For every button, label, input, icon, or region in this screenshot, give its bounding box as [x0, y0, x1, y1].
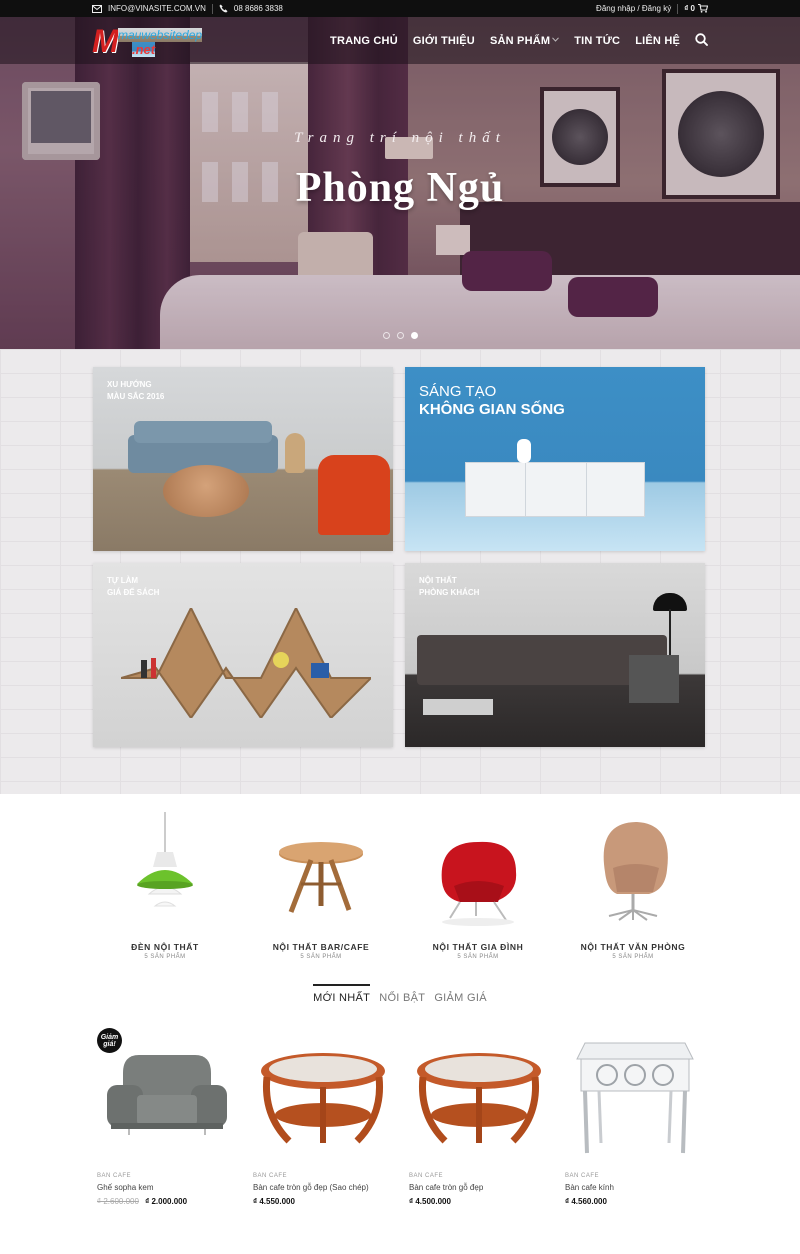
category-name: NỘI THẤT VĂN PHÒNG	[580, 942, 686, 952]
category-name: ĐÈN NỘI THẤT	[131, 942, 199, 952]
product-image[interactable]	[253, 1025, 393, 1165]
banner-image-vase	[517, 439, 531, 463]
slider-dot-active[interactable]	[411, 332, 418, 339]
product-price: ₫ 4.500.000	[409, 1197, 451, 1206]
envelope-icon	[92, 4, 102, 13]
banner-caption: TỰ LÀM GIÁ ĐỂ SÁCH	[107, 576, 160, 597]
top-bar-contact: INFO@VINASITE.COM.VN 08 8686 3838	[92, 3, 283, 14]
product-image[interactable]	[565, 1025, 705, 1165]
category-home[interactable]: NỘI THẤT GIA ĐÌNH 5 SẢN PHẨM	[398, 812, 558, 960]
banner-image-shelf	[121, 608, 371, 718]
product-price: ₫ 4.560.000	[565, 1197, 607, 1206]
header: M mauwebsitedep .net TRANG CHỦ GIỚI THIỆ…	[0, 17, 800, 64]
slider-dot[interactable]	[397, 332, 404, 339]
banner-living-room[interactable]: NỘI THẤT PHÒNG KHÁCH	[405, 563, 705, 747]
product-category: BAN CAFE	[253, 1173, 288, 1179]
top-bar-account: Đăng nhập / Đăng ký ₫ 0	[596, 3, 708, 14]
phone-link[interactable]: 08 8686 3838	[234, 4, 283, 13]
product-sale-price: ₫ 2.000.000	[145, 1197, 188, 1206]
category-image	[553, 812, 713, 932]
banner-caption: XU HƯỚNG MÀU SẮC 2016	[107, 380, 165, 401]
page: INFO@VINASITE.COM.VN 08 8686 3838 Đăng n…	[0, 0, 800, 1254]
product-name[interactable]: Bàn cafe tròn gỗ đẹp (Sao chép)	[253, 1183, 393, 1192]
product-category: BAN CAFE	[97, 1173, 132, 1179]
nav-home[interactable]: TRANG CHỦ	[330, 35, 398, 47]
slider-dots	[383, 332, 418, 339]
banner-caption: NỘI THẤT PHÒNG KHÁCH	[419, 576, 480, 597]
nav-products[interactable]: SẢN PHẨM	[489, 34, 560, 47]
product-name[interactable]: Bàn cafe kính	[565, 1183, 705, 1192]
banner-image-rug	[423, 699, 493, 715]
banner-image-lamp	[653, 593, 687, 693]
banner-image-chair	[318, 455, 390, 535]
hero-title: Phòng Ngủ	[295, 165, 505, 211]
banner-image-sideboard	[465, 462, 645, 517]
category-name: NỘI THẤT GIA ĐÌNH	[432, 942, 524, 952]
tab-sale[interactable]: GIẢM GIÁ	[434, 984, 487, 1014]
product-name[interactable]: Ghế sopha kem	[97, 1183, 237, 1192]
product-grid: Giảm giá! BAN CAFE Ghế sopha kem ₫ 2.600…	[0, 1025, 800, 1225]
logo-text: mauwebsitedep	[118, 28, 203, 42]
category-list: ĐÈN NỘI THẤT 5 SẢN PHẨM NỘI THẤT BAR/CAF…	[0, 812, 800, 972]
slider-dot[interactable]	[383, 332, 390, 339]
product-price: ₫ 4.550.000	[253, 1197, 295, 1206]
logo-letter: M	[92, 23, 119, 59]
product-tabs: MỚI NHẤT NỔI BẬT GIẢM GIÁ	[0, 984, 800, 1014]
product-category: BAN CAFE	[565, 1173, 600, 1179]
search-icon	[695, 32, 708, 49]
banner-image-plant	[285, 433, 305, 473]
category-count: 5 SẢN PHẨM	[144, 954, 186, 960]
category-image	[398, 812, 558, 932]
cart-icon	[698, 4, 708, 13]
category-office[interactable]: NỘI THẤT VĂN PHÒNG 5 SẢN PHẨM	[553, 812, 713, 960]
product-name[interactable]: Bàn cafe tròn gỗ đẹp	[409, 1183, 549, 1192]
nav-news[interactable]: TIN TỨC	[574, 35, 620, 47]
tab-newest[interactable]: MỚI NHẤT	[313, 984, 371, 1014]
category-count: 5 SẢN PHẨM	[300, 954, 342, 960]
logo[interactable]: M mauwebsitedep .net	[92, 25, 212, 57]
hero-subtitle: Trang trí nội thất	[294, 130, 506, 146]
chevron-down-icon	[552, 37, 560, 44]
divider	[677, 3, 679, 14]
nav-contact[interactable]: LIÊN HỆ	[635, 35, 680, 47]
banner-grid: XU HƯỚNG MÀU SẮC 2016 SÁNG TẠO KHÔNG GIA…	[0, 349, 800, 794]
cart-link[interactable]: ₫ 0	[684, 4, 708, 13]
search-button[interactable]	[695, 32, 708, 49]
nav-about[interactable]: GIỚI THIỆU	[413, 35, 475, 47]
product-image[interactable]	[409, 1025, 549, 1165]
product-price: ₫ 2.600.000 ₫ 2.000.000	[97, 1197, 237, 1206]
category-image	[85, 812, 245, 932]
category-name: NỘI THẤT BAR/CAFE	[272, 942, 370, 952]
top-bar: INFO@VINASITE.COM.VN 08 8686 3838 Đăng n…	[0, 0, 800, 17]
nav-products-label: SẢN PHẨM	[489, 34, 551, 47]
banner-caption: SÁNG TẠO KHÔNG GIAN SỐNG	[419, 383, 565, 418]
banner-color-trend[interactable]: XU HƯỚNG MÀU SẮC 2016	[93, 367, 393, 551]
phone-icon	[219, 4, 228, 13]
banner-image-pouf	[163, 465, 249, 517]
main-nav: TRANG CHỦ GIỚI THIỆU SẢN PHẨM TIN TỨC LI…	[330, 17, 708, 64]
banner-bookshelf[interactable]: TỰ LÀM GIÁ ĐỂ SÁCH	[93, 563, 393, 747]
banner-living-space[interactable]: SÁNG TẠO KHÔNG GIAN SỐNG	[405, 367, 705, 551]
category-lighting[interactable]: ĐÈN NỘI THẤT 5 SẢN PHẨM	[85, 812, 245, 960]
product-card[interactable]: BAN CAFE Bàn cafe tròn gỗ đẹp (Sao chép)…	[253, 1025, 393, 1206]
product-category: BAN CAFE	[409, 1173, 444, 1179]
category-count: 5 SẢN PHẨM	[457, 954, 499, 960]
logo-text-suffix: .net	[132, 42, 156, 57]
product-card[interactable]: BAN CAFE Bàn cafe kính ₫ 4.560.000	[565, 1025, 705, 1206]
cart-total: ₫ 0	[684, 4, 695, 13]
category-count: 5 SẢN PHẨM	[612, 954, 654, 960]
email-link[interactable]: INFO@VINASITE.COM.VN	[108, 4, 206, 13]
product-card[interactable]: Giảm giá! BAN CAFE Ghế sopha kem ₫ 2.600…	[97, 1025, 237, 1206]
product-card[interactable]: BAN CAFE Bàn cafe tròn gỗ đẹp ₫ 4.500.00…	[409, 1025, 549, 1206]
login-register-link[interactable]: Đăng nhập / Đăng ký	[596, 4, 671, 13]
product-old-price: ₫ 2.600.000	[97, 1197, 139, 1206]
category-bar-cafe[interactable]: NỘI THẤT BAR/CAFE 5 SẢN PHẨM	[241, 812, 401, 960]
sale-badge: Giảm giá!	[97, 1028, 122, 1053]
divider	[211, 3, 213, 14]
banner-image-sofa	[417, 635, 679, 703]
category-image	[241, 812, 401, 932]
product-image[interactable]: Giảm giá!	[97, 1025, 237, 1165]
tab-featured[interactable]: NỔI BẬT	[379, 984, 425, 1014]
